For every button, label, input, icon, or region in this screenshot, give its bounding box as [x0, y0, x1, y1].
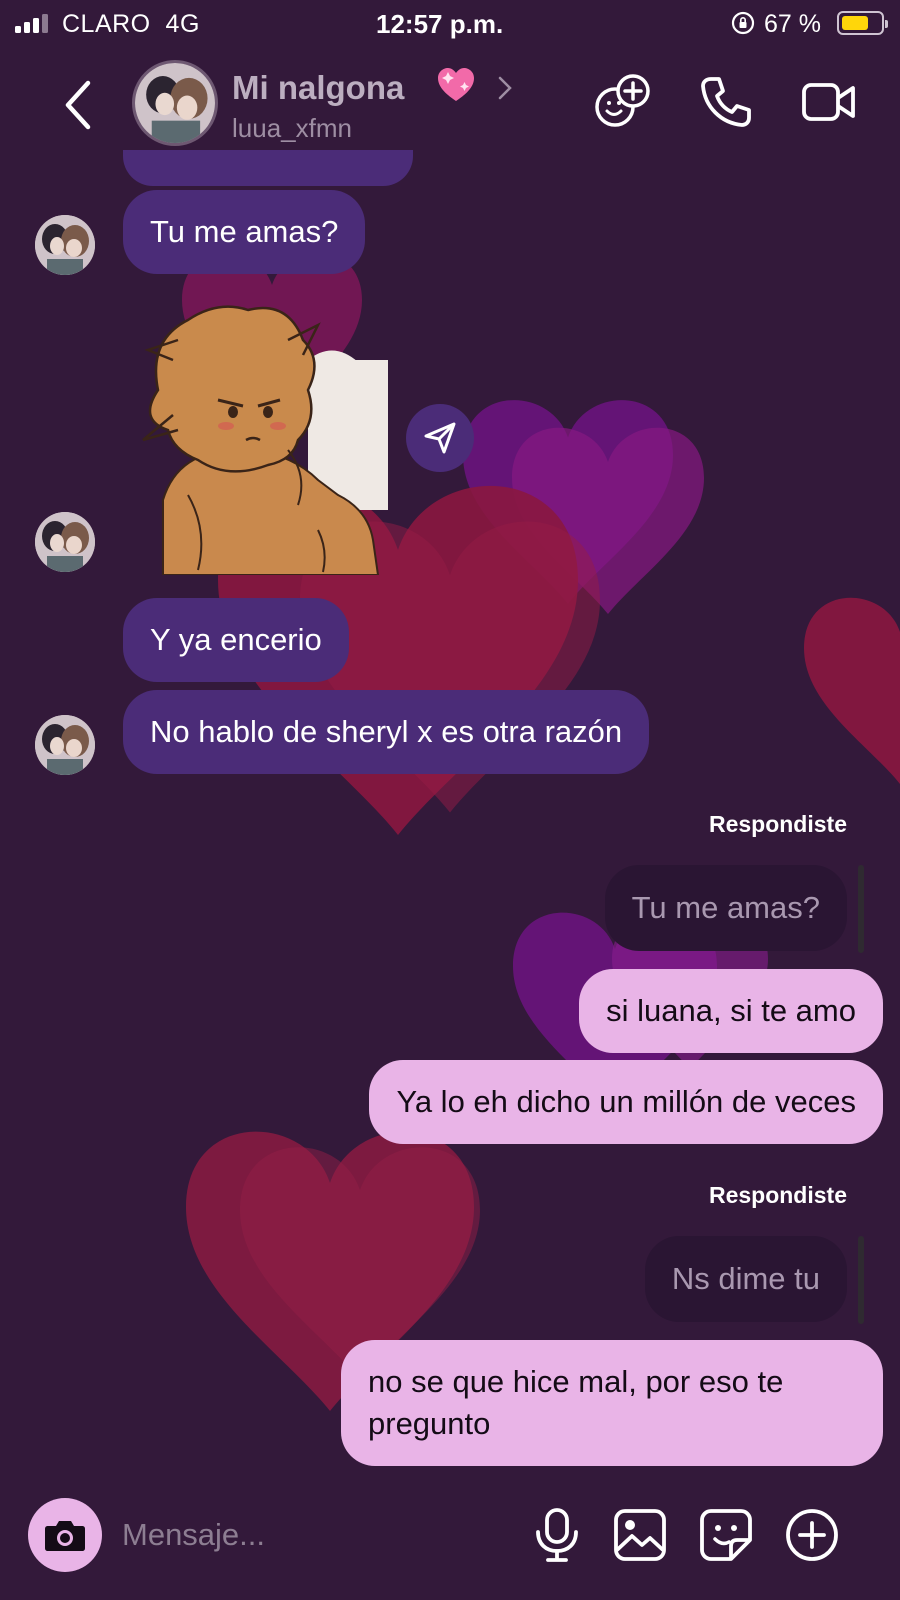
- status-bar: CLARO 4G 12:57 p.m. 67 %: [0, 0, 900, 48]
- replied-label: Respondiste: [708, 811, 847, 837]
- outgoing-message[interactable]: no se que hice mal, por eso te pregunto: [341, 1340, 883, 1466]
- network-type: 4G: [165, 10, 200, 38]
- incoming-message[interactable]: Y ya encerio: [123, 598, 349, 682]
- microphone-icon[interactable]: [528, 1506, 586, 1564]
- contact-username[interactable]: luua_xfmn: [232, 113, 352, 144]
- sticker-image[interactable]: [118, 300, 393, 575]
- reply-quote-bar: [858, 1236, 864, 1324]
- incoming-message[interactable]: Tu me amas?: [123, 190, 366, 274]
- sender-avatar[interactable]: [35, 512, 95, 572]
- avatar-photo: [35, 215, 95, 275]
- status-time: 12:57 p.m.: [376, 9, 504, 39]
- back-arrow-icon[interactable]: [60, 77, 96, 133]
- gallery-image-icon[interactable]: [611, 1506, 669, 1564]
- reply-quote-bar: [858, 865, 864, 953]
- carrier-name: CLARO: [62, 10, 151, 38]
- orientation-lock-icon: [731, 11, 755, 35]
- previous-message-bubble-partial[interactable]: [123, 150, 413, 186]
- chevron-right-icon[interactable]: [497, 75, 513, 101]
- share-sticker-button[interactable]: [406, 404, 474, 472]
- sticker-icon[interactable]: [697, 1506, 755, 1564]
- replied-to-quote[interactable]: Tu me amas?: [604, 865, 847, 951]
- battery-icon: [837, 11, 888, 35]
- outgoing-message[interactable]: si luana, si te amo: [579, 969, 883, 1053]
- outgoing-message[interactable]: Ya lo eh dicho un millón de veces: [369, 1060, 883, 1144]
- message-composer: [0, 1490, 900, 1580]
- effects-add-icon[interactable]: [593, 73, 651, 131]
- cellular-signal-icon: [15, 14, 48, 33]
- carrier-network-label: CLARO 4G: [62, 10, 200, 39]
- sparkling-pink-heart-icon: [438, 68, 474, 101]
- replied-to-quote[interactable]: Ns dime tu: [644, 1236, 847, 1322]
- incoming-message[interactable]: No hablo de sheryl x es otra razón: [123, 690, 650, 774]
- phone-call-icon[interactable]: [697, 73, 755, 131]
- send-paper-plane-icon: [424, 422, 456, 454]
- contact-avatar[interactable]: [132, 60, 218, 146]
- sender-avatar[interactable]: [35, 715, 95, 775]
- add-plus-icon[interactable]: [783, 1506, 841, 1564]
- sender-avatar[interactable]: [35, 215, 95, 275]
- avatar-photo: [35, 715, 95, 775]
- avatar-photo: [35, 512, 95, 572]
- chat-header: Mi nalgona luua_xfmn: [0, 55, 900, 155]
- video-call-icon[interactable]: [800, 73, 858, 131]
- avatar-photo: [135, 63, 215, 143]
- camera-button[interactable]: [28, 1498, 102, 1572]
- replied-label: Respondiste: [708, 1182, 847, 1208]
- camera-icon: [45, 1521, 85, 1551]
- message-input[interactable]: [122, 1510, 502, 1560]
- battery-percentage: 67 %: [764, 10, 821, 38]
- contact-name[interactable]: Mi nalgona: [232, 69, 404, 107]
